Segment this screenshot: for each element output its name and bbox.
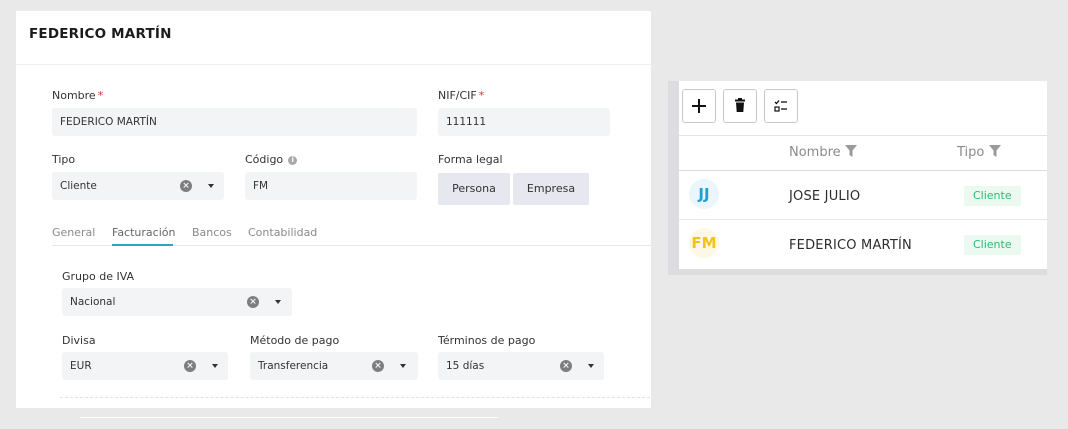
nombre-field[interactable]: FEDERICO MARTÍN bbox=[52, 108, 417, 136]
filter-icon[interactable] bbox=[988, 145, 1001, 157]
grupo-iva-select[interactable]: Nacional × bbox=[62, 288, 292, 316]
metodo-pago-select[interactable]: Transferencia × bbox=[250, 352, 418, 380]
terminos-pago-value: 15 días bbox=[446, 360, 485, 372]
forma-legal-label: Forma legal bbox=[438, 153, 503, 166]
avatar: JJ bbox=[689, 179, 719, 209]
active-tab-indicator bbox=[112, 244, 173, 246]
trash-icon bbox=[735, 98, 745, 112]
page-title: FEDERICO MARTÍN bbox=[29, 26, 172, 42]
clear-icon[interactable]: × bbox=[372, 360, 384, 372]
terminos-pago-select[interactable]: 15 días × bbox=[438, 352, 604, 380]
grupo-iva-label: Grupo de IVA bbox=[62, 270, 135, 283]
divisa-label: Divisa bbox=[62, 334, 96, 347]
status-badge: Cliente bbox=[964, 186, 1021, 206]
metodo-pago-label: Método de pago bbox=[250, 334, 340, 347]
header-divider bbox=[679, 170, 1047, 171]
tab-contabilidad[interactable]: Contabilidad bbox=[248, 226, 317, 239]
row-divider bbox=[679, 219, 1047, 220]
nif-field[interactable]: 111111 bbox=[438, 108, 610, 136]
tipo-select[interactable]: Cliente × bbox=[52, 172, 224, 200]
plus-icon bbox=[692, 99, 706, 113]
divisa-value: EUR bbox=[70, 360, 92, 372]
nif-label: NIF/CIF * bbox=[438, 89, 485, 102]
clear-icon[interactable]: × bbox=[247, 296, 259, 308]
column-header-tipo[interactable]: Tipo bbox=[957, 145, 1001, 160]
divisa-select[interactable]: EUR × bbox=[62, 352, 228, 380]
tipo-label: Tipo bbox=[52, 153, 76, 166]
row-name: JOSE JULIO bbox=[789, 189, 861, 204]
grupo-iva-value: Nacional bbox=[70, 296, 116, 308]
chevron-down-icon[interactable] bbox=[588, 364, 594, 368]
empresa-toggle[interactable]: Empresa bbox=[513, 173, 589, 205]
delete-button[interactable] bbox=[723, 89, 757, 123]
row-name: FEDERICO MARTÍN bbox=[789, 238, 912, 253]
tab-bancos[interactable]: Bancos bbox=[192, 226, 232, 239]
tipo-value: Cliente bbox=[60, 180, 97, 192]
chevron-down-icon[interactable] bbox=[275, 300, 281, 304]
client-list-panel: Nombre Tipo JJ JOSE JULIO Cliente FM FED… bbox=[668, 81, 1047, 275]
checklist-icon bbox=[774, 100, 787, 112]
column-header-nombre[interactable]: Nombre bbox=[789, 145, 857, 160]
client-list: Nombre Tipo JJ JOSE JULIO Cliente FM FED… bbox=[679, 81, 1047, 269]
clear-icon[interactable]: × bbox=[180, 180, 192, 192]
terminos-pago-label: Términos de pago bbox=[438, 334, 536, 347]
tab-facturacion[interactable]: Facturación bbox=[112, 226, 175, 239]
codigo-field[interactable]: FM bbox=[245, 172, 417, 200]
required-mark: * bbox=[97, 89, 104, 102]
select-mode-button[interactable] bbox=[764, 89, 798, 123]
section-divider bbox=[60, 397, 650, 398]
avatar: FM bbox=[689, 228, 719, 258]
persona-toggle[interactable]: Persona bbox=[438, 173, 510, 205]
chevron-down-icon[interactable] bbox=[208, 184, 214, 188]
tab-general[interactable]: General bbox=[52, 226, 95, 239]
filter-icon[interactable] bbox=[844, 145, 857, 157]
form-header: FEDERICO MARTÍN bbox=[16, 11, 651, 65]
chevron-down-icon[interactable] bbox=[400, 364, 406, 368]
chevron-down-icon[interactable] bbox=[212, 364, 218, 368]
add-button[interactable] bbox=[682, 89, 716, 123]
info-icon: i bbox=[288, 156, 298, 165]
metodo-pago-value: Transferencia bbox=[258, 360, 329, 372]
nombre-label: Nombre * bbox=[52, 89, 104, 102]
clear-icon[interactable]: × bbox=[560, 360, 572, 372]
client-form: FEDERICO MARTÍN Nombre * FEDERICO MARTÍN … bbox=[16, 11, 651, 408]
clear-icon[interactable]: × bbox=[184, 360, 196, 372]
required-mark: * bbox=[478, 89, 485, 102]
scrollbar-track bbox=[80, 417, 498, 418]
codigo-label: Código i bbox=[245, 153, 298, 166]
toolbar-divider bbox=[679, 135, 1047, 136]
status-badge: Cliente bbox=[964, 235, 1021, 255]
